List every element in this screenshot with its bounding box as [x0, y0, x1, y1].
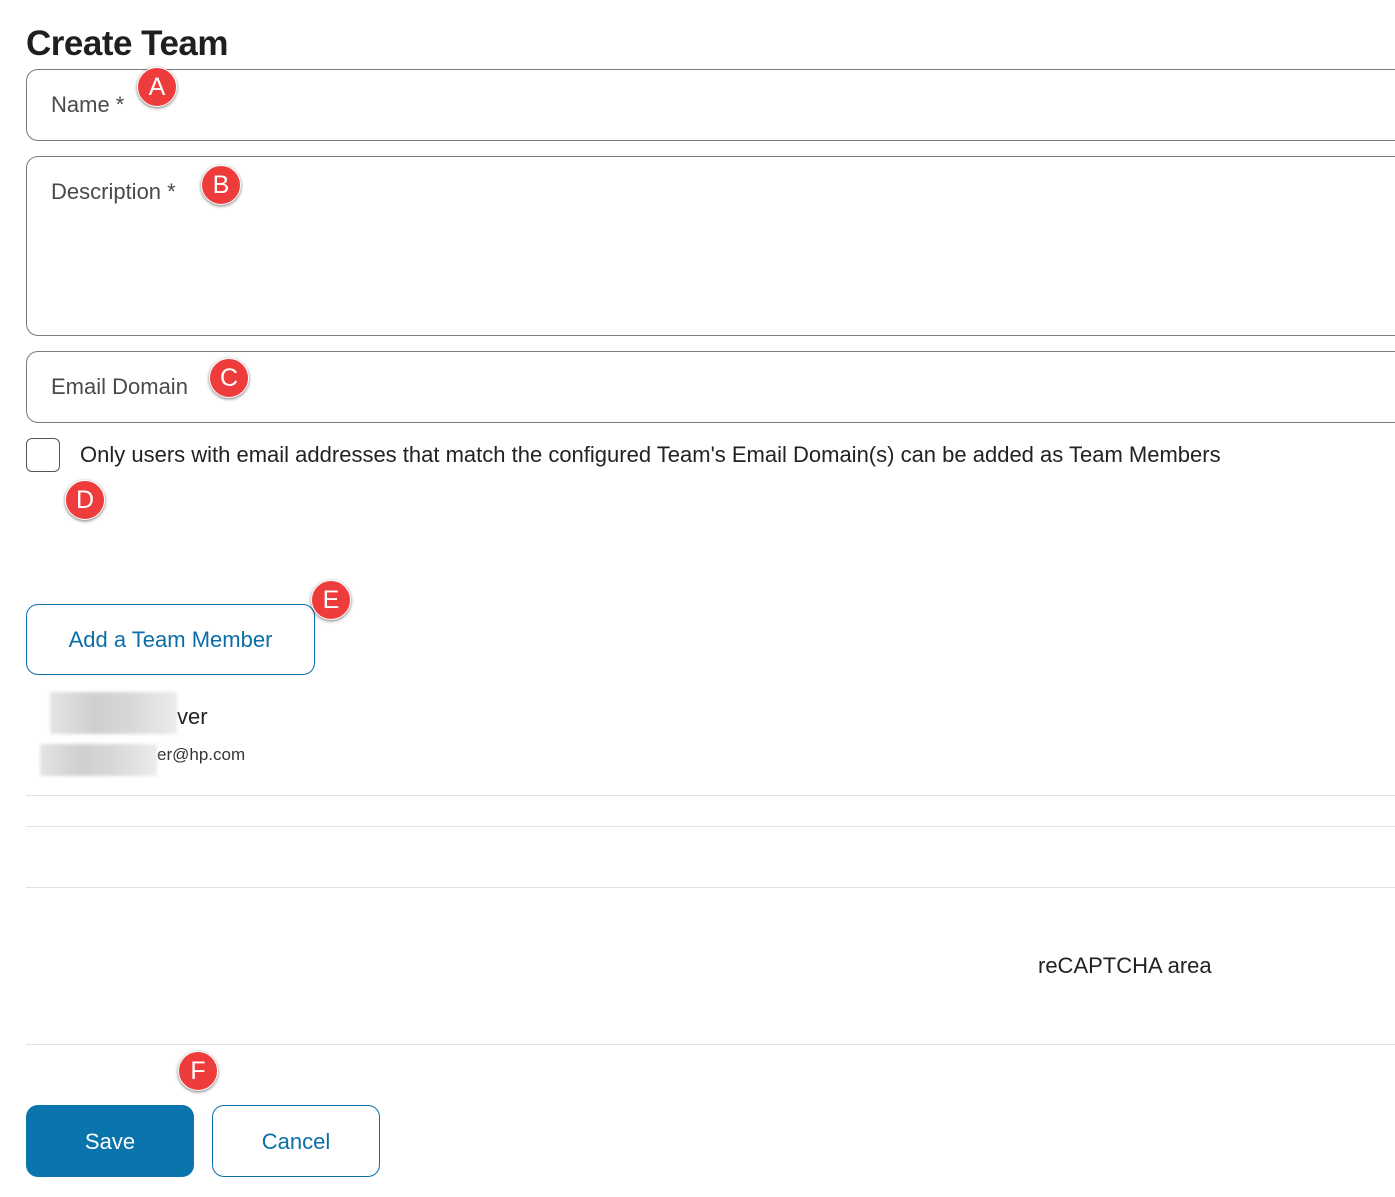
member-name-redaction [50, 692, 177, 734]
name-field-label: Name * [51, 92, 125, 117]
page-title: Create Team [26, 24, 229, 63]
divider [26, 795, 1395, 796]
annotation-marker-d: D [65, 480, 105, 520]
annotation-marker-a: A [137, 67, 177, 107]
email-domain-restrict-checkbox[interactable] [26, 438, 60, 472]
member-email-redaction [40, 744, 157, 776]
cancel-button[interactable]: Cancel [212, 1105, 380, 1177]
annotation-marker-c: C [209, 358, 249, 398]
annotation-marker-b: B [201, 165, 241, 205]
divider [26, 1044, 1395, 1045]
member-email: er@hp.com [157, 745, 246, 764]
add-team-member-button[interactable]: Add a Team Member [26, 604, 315, 675]
description-field-label: Description * [51, 179, 176, 204]
annotation-marker-f: F [178, 1051, 218, 1091]
name-field[interactable]: Name * [26, 69, 1395, 141]
email-domain-restrict-label[interactable]: Only users with email addresses that mat… [80, 441, 1221, 469]
recaptcha-area: reCAPTCHA area [1038, 953, 1212, 978]
divider [26, 887, 1395, 888]
member-name: ver [177, 704, 208, 729]
divider [26, 826, 1395, 827]
email-domain-field-label: Email Domain [51, 374, 188, 399]
annotation-marker-e: E [311, 580, 351, 620]
save-button[interactable]: Save [26, 1105, 194, 1177]
